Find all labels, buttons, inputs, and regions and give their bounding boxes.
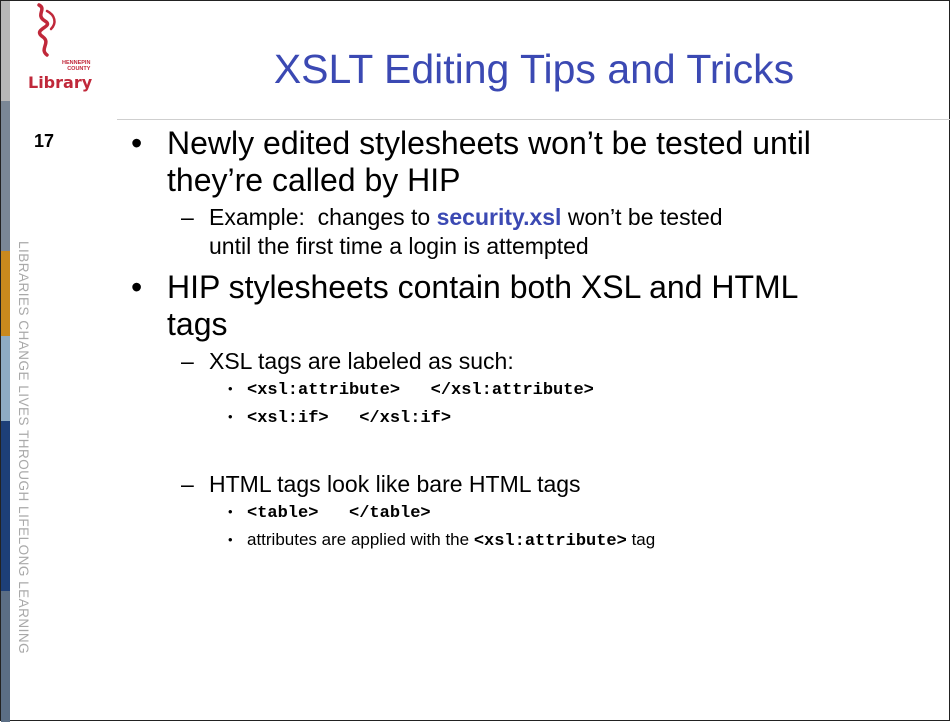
bullet-2-line2: tags <box>167 306 228 342</box>
bullet-2-sub-2-text: HTML tags look like bare HTML tags <box>209 471 581 497</box>
bullet-1-line2: they’re called by HIP <box>167 162 461 198</box>
bullet-1: • Newly edited stylesheets won’t be test… <box>131 125 941 199</box>
dash-icon: – <box>181 348 194 374</box>
slide-body: • Newly edited stylesheets won’t be test… <box>131 125 941 555</box>
bullet-dot-icon: • <box>228 532 233 547</box>
logo-name: Library <box>28 73 93 92</box>
dash-icon: – <box>181 204 194 230</box>
logo-mark-icon <box>37 3 56 57</box>
bullet-dot-icon: • <box>131 125 143 161</box>
security-xsl-filename: security.xsl <box>436 204 562 230</box>
bullet-dot-icon: • <box>131 269 143 305</box>
tag-text: tag <box>626 530 656 549</box>
rail-stripe <box>1 591 10 722</box>
bullet-dot-icon: • <box>228 504 233 519</box>
slide-number: 17 <box>34 131 55 151</box>
header-divider <box>117 119 950 120</box>
attributes-text: attributes are applied with the <box>247 530 474 549</box>
bullet-1-line1: Newly edited stylesheets won’t be tested… <box>167 125 811 161</box>
rail-stripe <box>1 336 10 421</box>
library-logo: HENNEPIN COUNTY Library <box>7 3 117 103</box>
code-item: • <xsl:if> </xsl:if> <box>131 404 941 432</box>
bullet-1-sub-line1: Example: changes to security.xsl won’t b… <box>209 204 723 230</box>
table-tag-code: <table> </table> <box>247 504 431 523</box>
rail-stripe <box>1 101 10 251</box>
bullet-2: • HIP stylesheets contain both XSL and H… <box>131 269 941 343</box>
rail-stripe <box>1 251 10 336</box>
code-item: • <table> </table> <box>131 499 941 527</box>
bullet-1-sub-line2: until the first time a login is attempte… <box>209 233 589 259</box>
bullet-2-sub-1: – XSL tags are labeled as such: <box>131 347 941 376</box>
xsl-attribute-code: <xsl:attribute> </xsl:attribute> <box>247 381 594 400</box>
code-item: • <xsl:attribute> </xsl:attribute> <box>131 376 941 404</box>
dash-icon: – <box>181 471 194 497</box>
rail-stripe <box>1 421 10 591</box>
bullet-1-sub: – Example: changes to security.xsl won’t… <box>131 203 941 261</box>
bullet-dot-icon: • <box>228 381 233 396</box>
text-item: • attributes are applied with the <xsl:a… <box>131 527 941 555</box>
logo-county-text: HENNEPIN COUNTY <box>62 60 91 72</box>
xsl-if-code: <xsl:if> </xsl:if> <box>247 409 452 428</box>
bullet-2-sub-1-text: XSL tags are labeled as such: <box>209 348 514 374</box>
slide-frame: HENNEPIN COUNTY Library 17 LIBRARIES CHA… <box>0 0 950 722</box>
bullet-2-sub-2: – HTML tags look like bare HTML tags <box>131 470 941 499</box>
slide-title: XSLT Editing Tips and Tricks <box>273 46 795 92</box>
rail-tagline: LIBRARIES CHANGE LIVES THROUGH LIFELONG … <box>16 241 31 655</box>
xsl-attribute-inline-code: <xsl:attribute> <box>473 532 627 551</box>
bullet-2-line1: HIP stylesheets contain both XSL and HTM… <box>167 269 799 305</box>
bullet-dot-icon: • <box>228 409 233 424</box>
left-rail: HENNEPIN COUNTY Library 17 LIBRARIES CHA… <box>1 1 117 722</box>
